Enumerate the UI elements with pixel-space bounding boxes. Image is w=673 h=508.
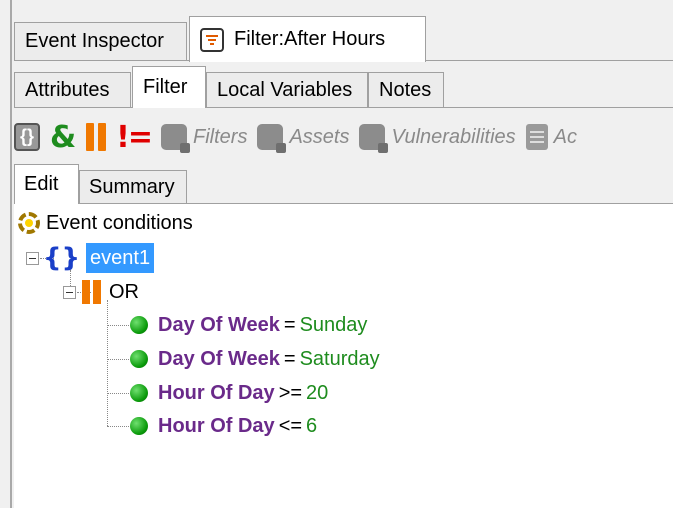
tab-edit[interactable]: Edit <box>14 164 79 204</box>
tree-node-event1[interactable]: {} event1 <box>26 243 155 273</box>
condition-active-icon <box>130 384 148 402</box>
filters-button[interactable]: Filters <box>161 124 248 153</box>
condition-value: Saturday <box>299 347 380 370</box>
not-equal-icon: != <box>116 119 153 155</box>
filter-sub-tab-bar: Attributes Filter Local Variables Notes <box>14 66 673 108</box>
filter-icon <box>200 27 224 52</box>
tab-filter-after-hours-label: Filter:After Hours <box>234 28 386 50</box>
collapse-toggle-icon[interactable] <box>26 251 39 265</box>
vulnerabilities-button-label: Vulnerabilities <box>391 125 516 148</box>
tab-attributes-label: Attributes <box>25 78 110 101</box>
assets-button-label: Assets <box>289 125 350 148</box>
tree-root-event-conditions[interactable]: Event conditions <box>18 208 193 238</box>
tree-condition-row[interactable]: Day Of Week = Sunday <box>130 310 367 340</box>
editor-tab-bar: Event Inspector Filter:After Hours <box>14 16 673 62</box>
or-icon <box>82 280 101 304</box>
truncated-toolbar-label: Ac <box>553 125 577 148</box>
collapse-toggle-icon[interactable] <box>63 285 76 299</box>
tab-filter[interactable]: Filter <box>132 66 206 108</box>
tab-local-variables[interactable]: Local Variables <box>206 72 368 107</box>
tab-local-variables-label: Local Variables <box>217 78 353 101</box>
add-condition-group-button[interactable]: {} <box>14 123 40 151</box>
tab-notes[interactable]: Notes <box>368 72 444 107</box>
or-icon <box>86 123 107 151</box>
tab-edit-label: Edit <box>24 173 59 195</box>
tree-node-or-label: OR <box>109 280 139 303</box>
condition-field: Day Of Week <box>158 313 280 336</box>
tab-summary-label: Summary <box>89 175 175 198</box>
tree-condition-row[interactable]: Hour Of Day >= 20 <box>130 378 328 408</box>
condition-operator: = <box>283 347 296 370</box>
condition-field: Day Of Week <box>158 347 280 370</box>
braces-icon: {} <box>14 123 40 151</box>
tree-node-or[interactable]: OR <box>63 277 139 307</box>
condition-tree: Event conditions {} event1 OR Day Of Wee… <box>14 204 673 508</box>
filters-button-label: Filters <box>193 125 248 148</box>
tree-condition-row[interactable]: Hour Of Day <= 6 <box>130 411 317 441</box>
filters-icon <box>161 124 190 153</box>
tree-node-event1-label: event1 <box>86 243 155 273</box>
edit-summary-tab-bar: Edit Summary <box>14 164 673 204</box>
truncated-toolbar-button[interactable]: Ac <box>525 124 577 150</box>
braces-icon: {} <box>43 243 81 273</box>
assets-icon <box>257 124 287 153</box>
filter-toolbar: {} & != Filters Assets Vulnerabilities A… <box>14 112 673 162</box>
tab-attributes[interactable]: Attributes <box>14 72 131 107</box>
or-operator-button[interactable] <box>86 123 107 151</box>
and-icon: & <box>50 119 77 155</box>
condition-operator: <= <box>278 414 303 437</box>
condition-value: 20 <box>306 381 329 404</box>
condition-active-icon <box>130 350 148 368</box>
tab-filter-after-hours[interactable]: Filter:After Hours <box>189 16 426 62</box>
and-operator-button[interactable]: & <box>50 120 76 155</box>
assets-button[interactable]: Assets <box>257 124 350 153</box>
vulnerabilities-button[interactable]: Vulnerabilities <box>359 124 516 153</box>
condition-active-icon <box>130 316 148 334</box>
condition-operator: >= <box>278 381 303 404</box>
condition-field: Hour Of Day <box>158 414 275 437</box>
document-icon <box>525 124 548 150</box>
condition-field: Hour Of Day <box>158 381 275 404</box>
condition-operator: = <box>283 313 296 336</box>
tab-notes-label: Notes <box>379 78 432 101</box>
condition-value: Sunday <box>299 313 368 336</box>
vulnerabilities-icon <box>359 124 389 153</box>
tab-filter-label: Filter <box>143 76 188 98</box>
condition-active-icon <box>130 417 148 435</box>
tree-root-label: Event conditions <box>46 211 193 234</box>
tab-event-inspector-label: Event Inspector <box>25 30 164 52</box>
gear-icon <box>18 212 40 234</box>
tree-condition-row[interactable]: Day Of Week = Saturday <box>130 344 380 374</box>
panel-left-border <box>10 0 12 508</box>
tab-summary[interactable]: Summary <box>79 170 187 203</box>
condition-value: 6 <box>306 414 318 437</box>
tab-event-inspector[interactable]: Event Inspector <box>14 22 187 60</box>
not-operator-button[interactable]: != <box>116 119 153 155</box>
